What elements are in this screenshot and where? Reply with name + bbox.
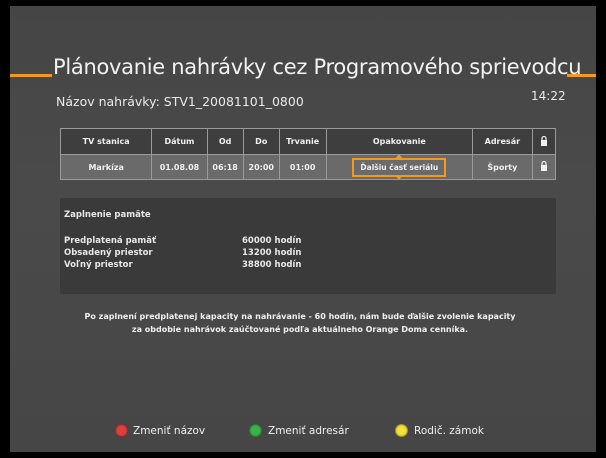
- recording-table: TV stanica Dátum Od Do Trvanie Opakovani…: [59, 128, 557, 180]
- repeat-selector[interactable]: Ďalšiu časť seriálu: [352, 157, 447, 177]
- disk-value-subscribed: 60000 hodín: [242, 236, 302, 246]
- red-button-icon[interactable]: [115, 424, 128, 437]
- page-title: Plánovanie nahrávky cez Programového spr…: [53, 55, 582, 79]
- recording-name: Názov nahrávky: STV1_20081101_0800: [56, 94, 304, 109]
- lock-icon: [540, 135, 547, 146]
- disk-panel-title: Zaplnenie pamäte: [64, 210, 151, 220]
- green-button-icon[interactable]: [249, 424, 262, 437]
- cell-duration[interactable]: 01:00: [278, 154, 327, 180]
- disk-value-free: 38800 hodín: [242, 260, 302, 270]
- table-row[interactable]: Markíza 01.08.08 06:18 20:00 01:00 Ďalši…: [59, 154, 557, 180]
- title-rule-left: [10, 74, 52, 77]
- cell-folder[interactable]: Športy: [472, 154, 533, 180]
- col-folder: Adresár: [472, 128, 533, 155]
- disk-usage-panel: Zaplnenie pamäte Predplatená pamäť 60000…: [60, 198, 556, 294]
- change-folder-button[interactable]: Zmeniť adresár: [268, 425, 349, 437]
- col-duration: Trvanie: [278, 128, 327, 155]
- arrow-up-icon[interactable]: [395, 155, 404, 159]
- cell-from[interactable]: 06:18: [206, 154, 244, 180]
- table-header-row: TV stanica Dátum Od Do Trvanie Opakovani…: [59, 128, 557, 155]
- info-text: Po zaplnení predplatenej kapacity na nah…: [84, 312, 516, 334]
- cell-date[interactable]: 01.08.08: [151, 154, 208, 180]
- col-date: Dátum: [151, 128, 208, 155]
- col-lock: [531, 128, 557, 155]
- col-from: Od: [206, 128, 244, 155]
- col-to: Do: [242, 128, 280, 155]
- col-repeat: Opakovanie: [325, 128, 474, 155]
- cell-to[interactable]: 20:00: [242, 154, 280, 180]
- change-name-button[interactable]: Zmeniť názov: [133, 425, 205, 437]
- cell-lock[interactable]: [531, 154, 557, 180]
- arrow-down-icon[interactable]: [395, 175, 404, 179]
- parental-lock-button[interactable]: Rodič. zámok: [414, 425, 484, 437]
- col-tv-station: TV stanica: [59, 128, 153, 155]
- clock: 14:22: [531, 89, 566, 103]
- disk-label-used: Obsadený priestor: [64, 248, 153, 258]
- disk-label-subscribed: Predplatená pamäť: [64, 236, 157, 246]
- cell-repeat[interactable]: Ďalšiu časť seriálu: [325, 154, 474, 180]
- cell-station[interactable]: Markíza: [59, 154, 153, 180]
- disk-value-used: 13200 hodín: [242, 248, 302, 258]
- yellow-button-icon[interactable]: [395, 424, 408, 437]
- lock-icon: [540, 160, 547, 171]
- disk-label-free: Voľný priestor: [64, 260, 133, 270]
